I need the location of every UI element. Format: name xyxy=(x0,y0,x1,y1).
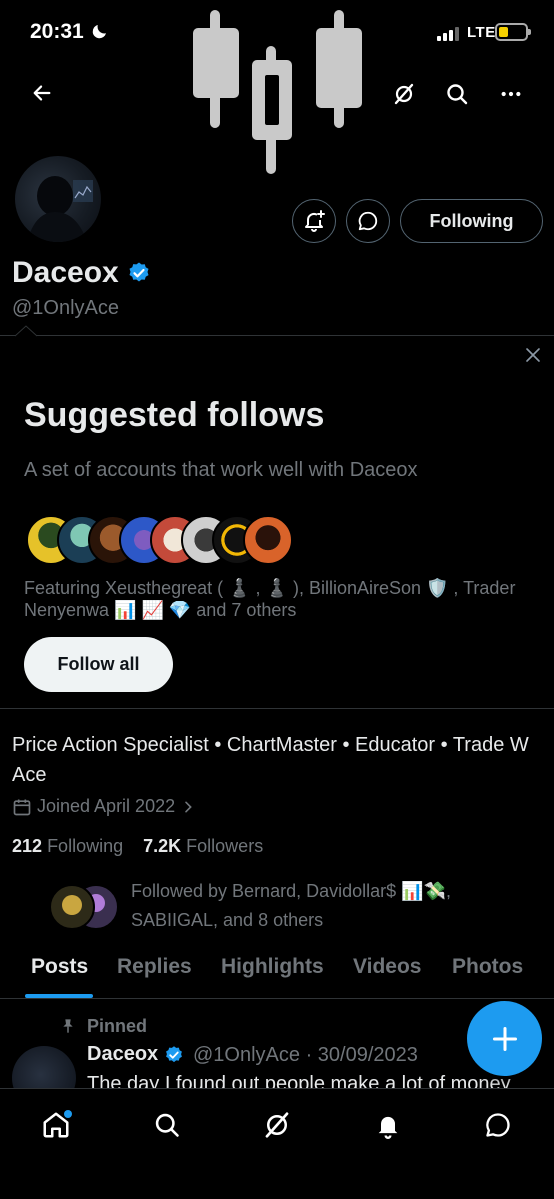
nav-grok[interactable] xyxy=(257,1105,297,1145)
profile-tabs: Posts Replies Highlights Videos Photos xyxy=(0,952,554,999)
following-stat[interactable]: 212 Following xyxy=(12,836,123,856)
bottom-navigation xyxy=(0,1088,554,1199)
tab-highlights[interactable]: Highlights xyxy=(221,955,324,979)
nav-notifications[interactable] xyxy=(368,1105,408,1145)
banner-candlestick-logo xyxy=(190,8,365,183)
plus-icon xyxy=(492,1026,517,1051)
search-button[interactable] xyxy=(437,74,477,114)
profile-avatar[interactable] xyxy=(12,153,104,245)
profile-name-text: Daceox xyxy=(12,256,119,289)
verified-badge-icon[interactable] xyxy=(127,261,151,285)
search-icon xyxy=(155,1113,179,1137)
suggested-follows-subtitle: A set of accounts that work well with Da… xyxy=(24,459,418,481)
post-author[interactable]: Daceox xyxy=(87,1043,184,1066)
verified-badge-icon xyxy=(166,1045,183,1062)
more-button[interactable] xyxy=(491,74,531,114)
network-type: LTE xyxy=(467,24,496,41)
signal-icon xyxy=(437,27,461,46)
post-meta: @1OnlyAce · 30/09/2023 xyxy=(193,1044,418,1066)
pin-icon xyxy=(60,1017,76,1040)
followers-stat-label: Followers xyxy=(186,836,264,856)
post-author-name: Daceox xyxy=(87,1043,159,1065)
calendar-icon xyxy=(13,799,31,815)
pinned-label: Pinned xyxy=(87,1016,148,1036)
tab-videos[interactable]: Videos xyxy=(353,955,421,979)
compose-post-button[interactable] xyxy=(467,1001,542,1076)
tab-replies[interactable]: Replies xyxy=(117,955,192,979)
bell-icon xyxy=(378,1116,398,1139)
active-tab-indicator xyxy=(25,994,93,998)
grok-icon xyxy=(265,1112,289,1138)
messages-icon xyxy=(486,1113,510,1137)
followers-count: 7.2K xyxy=(143,836,182,856)
chat-bubble-icon xyxy=(358,211,378,231)
chevron-right-icon xyxy=(185,801,192,812)
status-time: 20:31 xyxy=(30,20,84,43)
profile-handle: @1OnlyAce xyxy=(12,297,120,319)
caret-pointer xyxy=(15,325,37,337)
profile-bio: Price Action Specialist • ChartMaster • … xyxy=(12,734,529,786)
suggested-featuring-text: Featuring Xeusthegreat ( ♟️ , ♟️ ), Bill… xyxy=(24,578,516,620)
battery-icon xyxy=(495,23,531,41)
joined-text: Joined April 2022 xyxy=(37,796,176,816)
arrow-left-icon xyxy=(33,85,51,101)
tab-photos[interactable]: Photos xyxy=(452,955,523,979)
do-not-disturb-icon xyxy=(91,22,109,45)
following-button[interactable]: Following xyxy=(400,199,543,243)
search-icon xyxy=(447,84,468,105)
notifications-button[interactable] xyxy=(292,199,336,243)
grok-icon xyxy=(394,83,414,105)
following-stat-label: Following xyxy=(47,836,124,856)
dismiss-suggestions-button[interactable] xyxy=(524,346,542,369)
tab-posts[interactable]: Posts xyxy=(31,955,88,979)
followed-by-avatars[interactable] xyxy=(46,883,126,936)
nav-home[interactable] xyxy=(36,1105,76,1145)
suggested-follows-title: Suggested follows xyxy=(24,396,325,434)
profile-name: Daceox xyxy=(12,256,151,290)
nav-search[interactable] xyxy=(147,1105,187,1145)
more-icon xyxy=(501,91,521,97)
bell-plus-icon xyxy=(305,210,325,232)
grok-button[interactable] xyxy=(384,74,424,114)
follow-stats: 212 Following 7.2K Followers xyxy=(12,836,263,857)
following-count: 212 xyxy=(12,836,43,856)
follow-all-button[interactable]: Follow all xyxy=(24,637,173,692)
followers-stat[interactable]: 7.2K Followers xyxy=(143,836,263,856)
back-button[interactable] xyxy=(22,73,62,113)
followed-by-text[interactable]: Followed by Bernard, Davidollar$ 📊💸, SAB… xyxy=(131,877,531,935)
close-icon xyxy=(526,348,540,362)
joined-date[interactable]: Joined April 2022 xyxy=(12,796,196,817)
nav-messages[interactable] xyxy=(478,1105,518,1145)
suggested-avatar[interactable] xyxy=(243,515,293,565)
message-button[interactable] xyxy=(346,199,390,243)
home-notification-dot xyxy=(64,1110,72,1118)
divider xyxy=(0,335,554,336)
divider xyxy=(0,708,554,709)
